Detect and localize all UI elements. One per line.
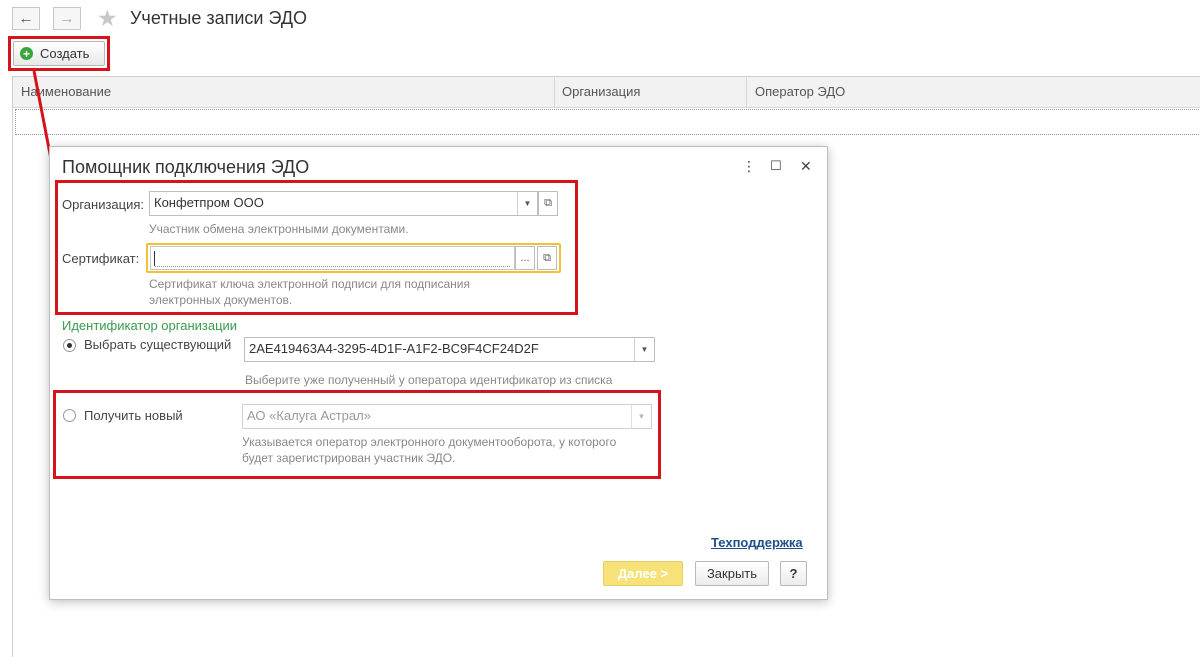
highlight-frame-create: [8, 36, 110, 71]
highlight-frame-org-cert: [55, 180, 578, 315]
maximize-icon[interactable]: ☐: [770, 159, 782, 172]
page-title: Учетные записи ЭДО: [130, 8, 308, 28]
identifier-hint: Выберите уже полученный у оператора иден…: [245, 373, 613, 387]
support-link[interactable]: Техподдержка: [711, 535, 803, 550]
chevron-down-icon[interactable]: ▼: [634, 338, 654, 361]
table-row-focus[interactable]: [15, 109, 1200, 135]
column-separator: [554, 77, 555, 107]
column-header-organization[interactable]: Организация: [562, 84, 640, 99]
arrow-left-icon: ←: [18, 10, 34, 27]
more-menu-icon[interactable]: ⋮: [742, 159, 756, 173]
arrow-right-icon: →: [59, 10, 75, 27]
close-icon[interactable]: ✕: [800, 159, 812, 173]
column-header-name[interactable]: Наименование: [21, 84, 111, 99]
favorite-star-icon[interactable]: ★: [97, 7, 118, 30]
highlight-frame-new-identifier: [53, 390, 661, 479]
back-button[interactable]: ←: [12, 7, 40, 30]
radio-existing[interactable]: [63, 339, 76, 352]
identifier-field[interactable]: 2AE419463A4-3295-4D1F-A1F2-BC9F4CF24D2F …: [244, 337, 655, 362]
radio-existing-label[interactable]: Выбрать существующий: [84, 337, 231, 352]
help-button[interactable]: ?: [780, 561, 807, 586]
table-header: Наименование Организация Оператор ЭДО: [13, 77, 1200, 108]
dialog-title: Помощник подключения ЭДО: [62, 157, 310, 177]
close-button[interactable]: Закрыть: [695, 561, 769, 586]
forward-button[interactable]: →: [53, 7, 81, 30]
identifier-value: 2AE419463A4-3295-4D1F-A1F2-BC9F4CF24D2F: [249, 341, 539, 356]
column-header-operator[interactable]: Оператор ЭДО: [755, 84, 845, 99]
next-button[interactable]: Далее >: [603, 561, 683, 586]
identifier-section-title: Идентификатор организации: [62, 318, 238, 333]
column-separator: [746, 77, 747, 107]
